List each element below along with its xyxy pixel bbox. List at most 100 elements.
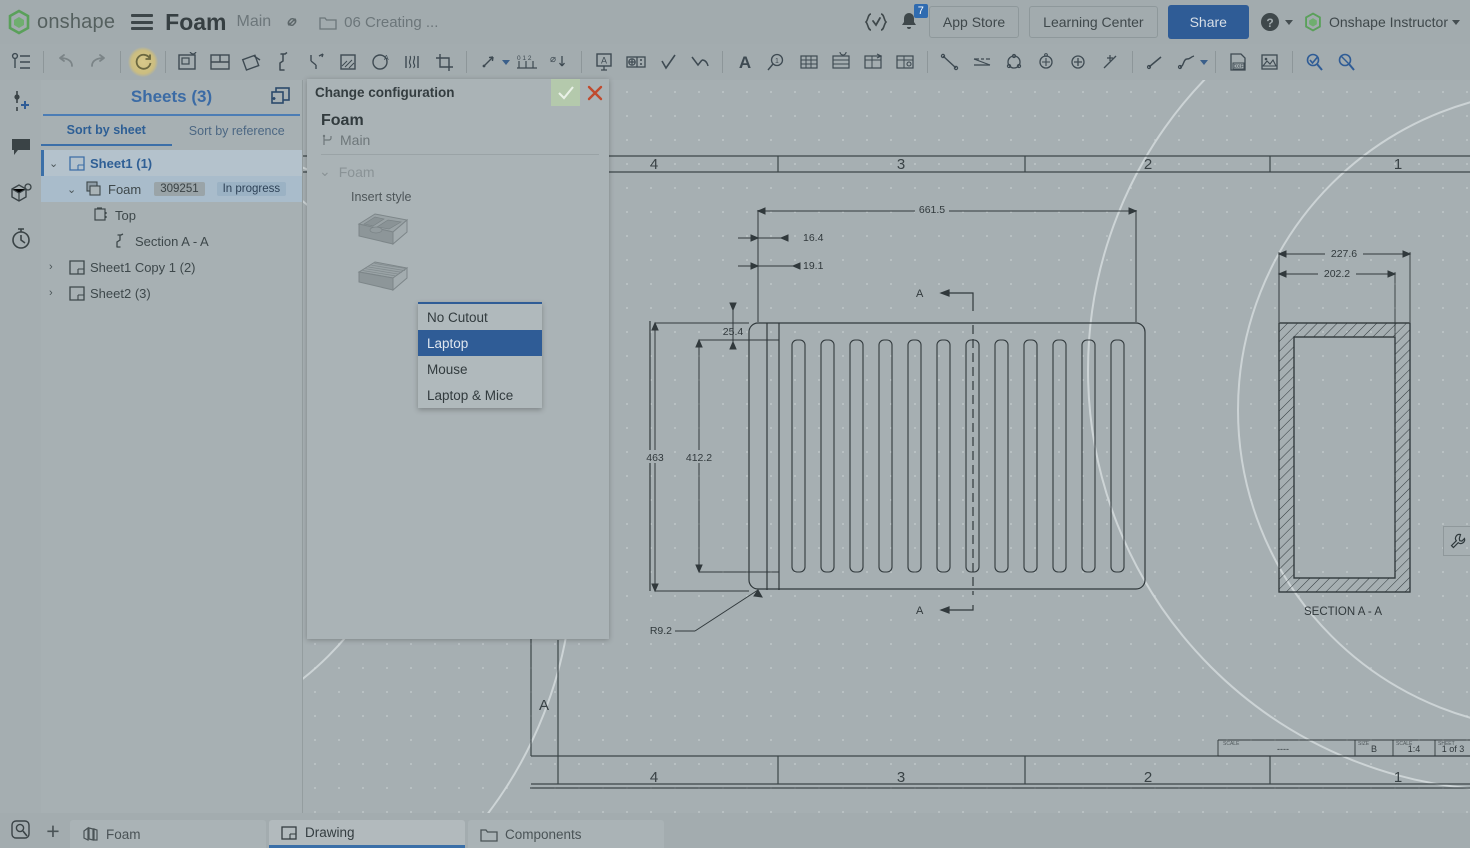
- spline-icon[interactable]: [1172, 47, 1202, 77]
- hole-table-icon[interactable]: [890, 47, 920, 77]
- dimension-icon[interactable]: [474, 47, 504, 77]
- tree-item-sheet1-copy1[interactable]: › Sheet1 Copy 1 (2): [41, 254, 302, 280]
- section-mark-bottom: A: [916, 605, 973, 617]
- feature-tree-icon[interactable]: [6, 47, 36, 77]
- broken-out-section-icon[interactable]: [333, 47, 363, 77]
- breadcrumb[interactable]: 06 Creating ...: [319, 14, 438, 31]
- circle-center-icon[interactable]: [999, 47, 1029, 77]
- add-feature-icon[interactable]: [8, 88, 34, 114]
- add-sheet-icon[interactable]: [270, 86, 292, 106]
- search-tab-icon[interactable]: [6, 815, 36, 845]
- history-icon[interactable]: [8, 226, 34, 252]
- show-hidden-icon[interactable]: [1300, 47, 1330, 77]
- bottom-tab-bar: + Foam Drawing Components: [0, 813, 1470, 848]
- main-menu-button[interactable]: [131, 14, 153, 30]
- tab-foam[interactable]: Foam: [70, 820, 266, 848]
- refresh-icon[interactable]: [128, 47, 158, 77]
- tree-item-sheet1[interactable]: ⌄ Sheet1 (1): [41, 150, 302, 176]
- confirm-button[interactable]: [551, 79, 580, 106]
- center-mark-icon[interactable]: [1031, 47, 1061, 77]
- note-icon[interactable]: A: [589, 47, 619, 77]
- learning-center-button[interactable]: Learning Center: [1029, 6, 1157, 38]
- balloon-icon[interactable]: 1: [762, 47, 792, 77]
- dropdown-option-no-cutout[interactable]: No Cutout: [418, 304, 542, 330]
- tree-item-sheet2[interactable]: › Sheet2 (3): [41, 280, 302, 306]
- branch-label[interactable]: Main: [236, 13, 271, 31]
- dropdown-option-laptop-and-mice[interactable]: Laptop & Mice: [418, 382, 542, 408]
- tab-drawing[interactable]: Drawing: [269, 820, 465, 848]
- onshape-logo-icon[interactable]: [6, 9, 32, 35]
- weld-symbol-icon[interactable]: [685, 47, 715, 77]
- case-with-cutouts-thumbnail[interactable]: [355, 208, 609, 250]
- dxf-export-icon[interactable]: DXF: [1223, 47, 1253, 77]
- add-tab-button[interactable]: +: [39, 818, 67, 845]
- revision-number-badge: 309251: [154, 182, 204, 196]
- geometric-tolerance-icon[interactable]: [621, 47, 651, 77]
- insert-style-dropdown[interactable]: No Cutout Laptop Mouse Laptop & Mice: [418, 302, 542, 408]
- cancel-button[interactable]: [580, 79, 609, 106]
- dialog-branch-label: Main: [340, 132, 370, 148]
- dropdown-option-mouse[interactable]: Mouse: [418, 356, 542, 382]
- projected-view-icon[interactable]: [205, 47, 235, 77]
- crop-view-icon[interactable]: A: [365, 47, 395, 77]
- break-view-icon[interactable]: [397, 47, 427, 77]
- center-point-icon[interactable]: [1063, 47, 1093, 77]
- hole-callout-icon[interactable]: ⌀: [544, 47, 574, 77]
- tree-item-label: Sheet2 (3): [90, 286, 151, 301]
- parts-icon[interactable]: [8, 180, 34, 206]
- feature-script-icon[interactable]: [863, 11, 889, 33]
- tab-sort-by-reference[interactable]: Sort by reference: [172, 116, 303, 146]
- brand-label[interactable]: onshape: [37, 11, 115, 34]
- tab-components[interactable]: Components: [468, 820, 664, 848]
- image-insert-icon[interactable]: [1255, 47, 1285, 77]
- dialog-group-label: Foam: [339, 164, 375, 180]
- tree-item-foam-view[interactable]: ⌄ Foam 309251 In progress: [41, 176, 302, 202]
- dialog-config-group[interactable]: ⌄ Foam: [307, 157, 609, 184]
- redo-icon[interactable]: [83, 47, 113, 77]
- chevron-down-icon[interactable]: ⌄: [319, 163, 331, 180]
- document-title[interactable]: Foam: [165, 9, 226, 36]
- table-icon[interactable]: [794, 47, 824, 77]
- tab-sort-by-sheet[interactable]: Sort by sheet: [41, 116, 172, 146]
- dimension-chevron-down-icon[interactable]: [502, 60, 510, 65]
- auxiliary-view-icon[interactable]: [237, 47, 267, 77]
- dialog-divider: [321, 154, 599, 155]
- detail-view-icon[interactable]: [301, 47, 331, 77]
- ordinate-dimension-icon[interactable]: 0 1 2: [512, 47, 542, 77]
- share-button[interactable]: Share: [1168, 5, 1249, 39]
- text-icon[interactable]: A: [730, 47, 760, 77]
- undo-icon[interactable]: [51, 47, 81, 77]
- hide-annotation-icon[interactable]: [1332, 47, 1362, 77]
- dropdown-option-laptop[interactable]: Laptop: [418, 330, 542, 356]
- dialog-branch: Main: [321, 132, 599, 148]
- insert-view-icon[interactable]: [173, 47, 203, 77]
- chevron-down-icon[interactable]: ⌄: [67, 183, 81, 196]
- center-of-mass-icon[interactable]: [1095, 47, 1125, 77]
- sketch-line-icon[interactable]: [1140, 47, 1170, 77]
- link-icon[interactable]: [283, 13, 301, 31]
- svg-text:SCALE: SCALE: [1223, 741, 1240, 747]
- title-block: [1218, 740, 1470, 756]
- help-button[interactable]: ?: [1259, 11, 1293, 33]
- crop-region-icon[interactable]: [429, 47, 459, 77]
- line-icon[interactable]: [935, 47, 965, 77]
- spline-chevron-down-icon[interactable]: [1200, 60, 1208, 65]
- section-view-icon[interactable]: [269, 47, 299, 77]
- chevron-right-icon[interactable]: ›: [49, 287, 63, 299]
- dialog-header: Change configuration: [307, 79, 609, 106]
- zone-top-2: 2: [1144, 156, 1152, 173]
- account-menu[interactable]: Onshape Instructor: [1303, 12, 1460, 32]
- centerline-icon[interactable]: [967, 47, 997, 77]
- revision-table-icon[interactable]: [858, 47, 888, 77]
- notifications-button[interactable]: 7: [899, 11, 919, 33]
- chevron-right-icon[interactable]: ›: [49, 261, 63, 273]
- surface-finish-icon[interactable]: [653, 47, 683, 77]
- wrench-icon[interactable]: [1443, 526, 1470, 556]
- chevron-down-icon[interactable]: ⌄: [49, 157, 63, 170]
- ribbed-foam-block-thumbnail[interactable]: [355, 256, 609, 296]
- tree-item-section-aa[interactable]: Section A - A: [41, 228, 302, 254]
- comments-icon[interactable]: [8, 134, 34, 160]
- tree-item-top-view[interactable]: Top: [41, 202, 302, 228]
- app-store-button[interactable]: App Store: [929, 6, 1019, 38]
- bom-icon[interactable]: [826, 47, 856, 77]
